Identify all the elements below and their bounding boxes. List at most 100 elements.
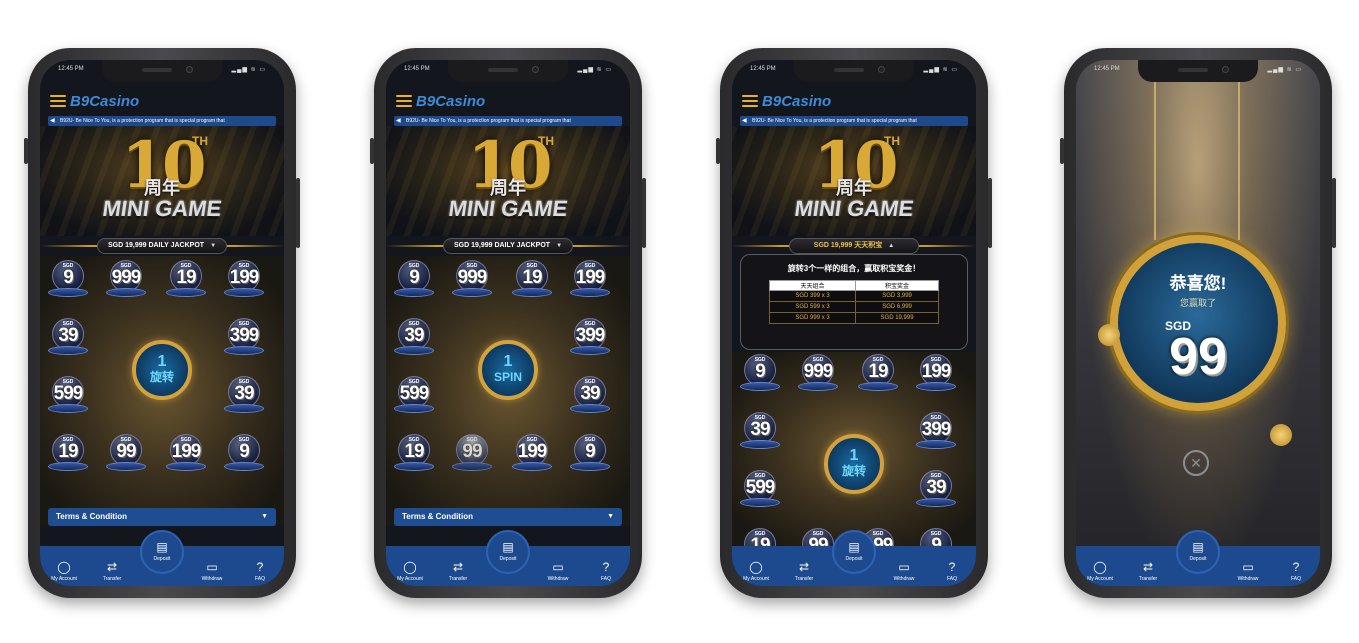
terms-dropdown[interactable]: Terms & Condition ▼ <box>394 508 622 526</box>
prize-dome: SGD 599 <box>392 376 436 418</box>
caret-down-icon: ▼ <box>261 513 268 520</box>
b9casino-logo[interactable]: B9Casino <box>70 93 139 110</box>
withdraw-icon: ▭ <box>898 560 910 574</box>
transfer-icon: ⇄ <box>452 560 464 574</box>
prize-dome: SGD 399 <box>222 318 266 360</box>
prize-dome: SGD 399 <box>568 318 612 360</box>
nav-faq[interactable]: ? FAQ <box>586 560 626 582</box>
prize-dome: SGD 999 <box>796 354 840 396</box>
prize-dome: SGD 39 <box>738 412 782 454</box>
nav-deposit[interactable]: ▤ Deposit <box>1176 530 1220 574</box>
win-subtitle: 您赢取了 <box>1179 298 1216 308</box>
table-row: SGD 599 x 3 SGD 6,999 <box>768 301 939 313</box>
nav-faq[interactable]: ? FAQ <box>932 560 972 582</box>
nav-my-account[interactable]: ◯ My Account <box>44 560 84 582</box>
close-icon[interactable]: ✕ <box>1183 450 1209 476</box>
nav-transfer[interactable]: ⇄ Transfer <box>784 560 824 582</box>
prize-board: SGD 9 SGD 999 SGD 19 SGD 199 SGD 39 SGD 399 SG… <box>386 256 630 526</box>
status-bar: 12:45 PM ▂▄▆ ≋ ▭ <box>58 66 266 78</box>
spin-button[interactable]: 1 旋转 <box>824 434 884 494</box>
nav-faq[interactable]: ? FAQ <box>1276 560 1316 582</box>
megaphone-icon: ◀ <box>396 118 401 124</box>
status-time: 12:45 PM <box>58 66 84 72</box>
phone-mockup-1: 12:45 PM ▂▄▆ ≋ ▭ B9Casino ◀ B92U- Be Nice … <box>24 48 300 598</box>
prize-dome: SGD199 <box>222 260 266 302</box>
menu-icon[interactable] <box>396 95 412 107</box>
nav-transfer[interactable]: ⇄ Transfer <box>438 560 478 582</box>
deposit-icon: ▤ <box>848 540 860 554</box>
nav-my-account[interactable]: ◯ My Account <box>736 560 776 582</box>
prize-dome: SGD 39 <box>568 376 612 418</box>
anniversary-suffix: TH <box>192 134 208 148</box>
withdraw-icon: ▭ <box>1242 560 1254 574</box>
status-bar: 12:45 PM ▂▄▆ ≋ ▭ <box>750 66 958 73</box>
announcement-marquee[interactable]: ◀ B92U- Be Nice To You, is a protection p… <box>48 116 276 126</box>
prize-dome-highlighted: SGD 99 <box>450 434 494 476</box>
bottom-nav: ◯ My Account ⇄ Transfer ▤ Deposit ▭ Withdraw… <box>386 530 630 586</box>
nav-deposit[interactable]: ▤ Deposit <box>140 530 184 574</box>
menu-icon[interactable] <box>50 95 66 107</box>
prize-dome: SGD 399 <box>914 412 958 454</box>
nav-transfer[interactable]: ⇄ Transfer <box>92 560 132 582</box>
jackpot-info-panel: 旋转3个一样的组合，赢取积宝奖金！ 天天组合 积宝奖金 SGD 399 x 3 SG… <box>740 254 968 350</box>
phone-mockup-3: 12:45 PM ▂▄▆ ≋ ▭ B9Casino ◀ B92U- Be Nice … <box>716 48 992 598</box>
phone-screen: 12:45 PM ▂▄▆ ≋ ▭ B9Casino ◀ B92U- Be Nice … <box>386 60 630 586</box>
prize-dome: SGD9 <box>568 434 612 476</box>
app-header: B9Casino <box>40 88 284 114</box>
prize-dome: SGD199 <box>568 260 612 302</box>
terms-dropdown[interactable]: Terms & Condition ▼ <box>48 508 276 526</box>
prize-dome: SGD99 <box>104 434 148 476</box>
prize-dome: SGD19 <box>510 260 554 302</box>
jackpot-dropdown[interactable]: SGD 19,999 DAILY JACKPOT ▼ <box>97 238 227 254</box>
nav-faq[interactable]: ? FAQ <box>240 560 280 582</box>
nav-withdraw[interactable]: ▭ Withdraw <box>192 560 232 582</box>
phone-screen: 12:45 PM ▂▄▆ ≋ ▭ B9Casino ◀ B92U- Be Nice … <box>732 60 976 586</box>
prize-dome: SGD9 <box>222 434 266 476</box>
chevron-up-icon: ▲ <box>888 243 895 249</box>
chevron-down-icon: ▼ <box>556 243 563 249</box>
jackpot-dropdown[interactable]: SGD 19,999 天天积宝 ▲ <box>789 238 919 254</box>
announcement-marquee[interactable]: ◀ B92U- Be Nice To You, is a protection p… <box>394 116 622 126</box>
prize-board: SGD 9 SGD 999 SGD 19 SGD 199 SGD 39 SGD 399 SG… <box>732 352 976 565</box>
prize-board: SGD 9 SGD 999 SGD 19 SGD 199 SGD 39 SGD 399 SG… <box>40 256 284 526</box>
nav-my-account[interactable]: ◯ My Account <box>1080 560 1120 582</box>
user-icon: ◯ <box>403 560 417 574</box>
prize-dome: SGD199 <box>914 354 958 396</box>
app-header: B9Casino <box>732 88 976 114</box>
hero-banner: 10 TH 周年 MINI GAME <box>40 126 284 236</box>
jackpot-dropdown[interactable]: SGD 19,999 DAILY JACKPOT ▼ <box>443 238 573 254</box>
table-row: SGD 999 x 3 SGD 19,999 <box>768 312 939 324</box>
nav-withdraw[interactable]: ▭ Withdraw <box>538 560 578 582</box>
prize-dome: SGD19 <box>46 434 90 476</box>
coin-icon <box>1270 424 1292 446</box>
prize-dome: SGD 599 <box>738 470 782 512</box>
win-amount: 99 <box>1169 328 1227 386</box>
nav-transfer[interactable]: ⇄ Transfer <box>1128 560 1168 582</box>
phone-screen: 12:45 PM ▂▄▆ ≋ ▭ 恭喜您! 您赢取了 SGD 99 ✕ ◯ My A… <box>1076 60 1320 586</box>
nav-withdraw[interactable]: ▭ Withdraw <box>884 560 924 582</box>
prize-dome: SGD 999 <box>450 260 494 302</box>
prize-dome: SGD19 <box>392 434 436 476</box>
user-icon: ◯ <box>749 560 763 574</box>
spin-button[interactable]: 1 SPIN <box>478 340 538 400</box>
nav-deposit[interactable]: ▤ Deposit <box>832 530 876 574</box>
nav-my-account[interactable]: ◯ My Account <box>390 560 430 582</box>
withdraw-icon: ▭ <box>552 560 564 574</box>
transfer-icon: ⇄ <box>106 560 118 574</box>
question-icon: ? <box>948 560 956 574</box>
spin-button[interactable]: 1 旋转 <box>132 340 192 400</box>
b9casino-logo[interactable]: B9Casino <box>762 93 831 110</box>
nav-withdraw[interactable]: ▭ Withdraw <box>1228 560 1268 582</box>
menu-icon[interactable] <box>742 95 758 107</box>
b9casino-logo[interactable]: B9Casino <box>416 93 485 110</box>
nav-deposit[interactable]: ▤ Deposit <box>486 530 530 574</box>
caret-down-icon: ▼ <box>607 513 614 520</box>
question-icon: ? <box>1292 560 1300 574</box>
prize-dome: SGD9 <box>738 354 782 396</box>
jackpot-info-heading: 旋转3个一样的组合，赢取积宝奖金！ <box>787 264 921 273</box>
deposit-icon: ▤ <box>502 540 514 554</box>
bottom-nav: ◯ My Account ⇄ Transfer ▤ Deposit ▭ Withdraw… <box>40 530 284 586</box>
announcement-marquee[interactable]: ◀ B92U- Be Nice To You, is a protection p… <box>740 116 968 126</box>
prize-dome: SGD 39 <box>914 470 958 512</box>
bottom-nav: ◯ My Account ⇄ Transfer ▤ Deposit ▭ Withdraw… <box>1076 530 1320 586</box>
